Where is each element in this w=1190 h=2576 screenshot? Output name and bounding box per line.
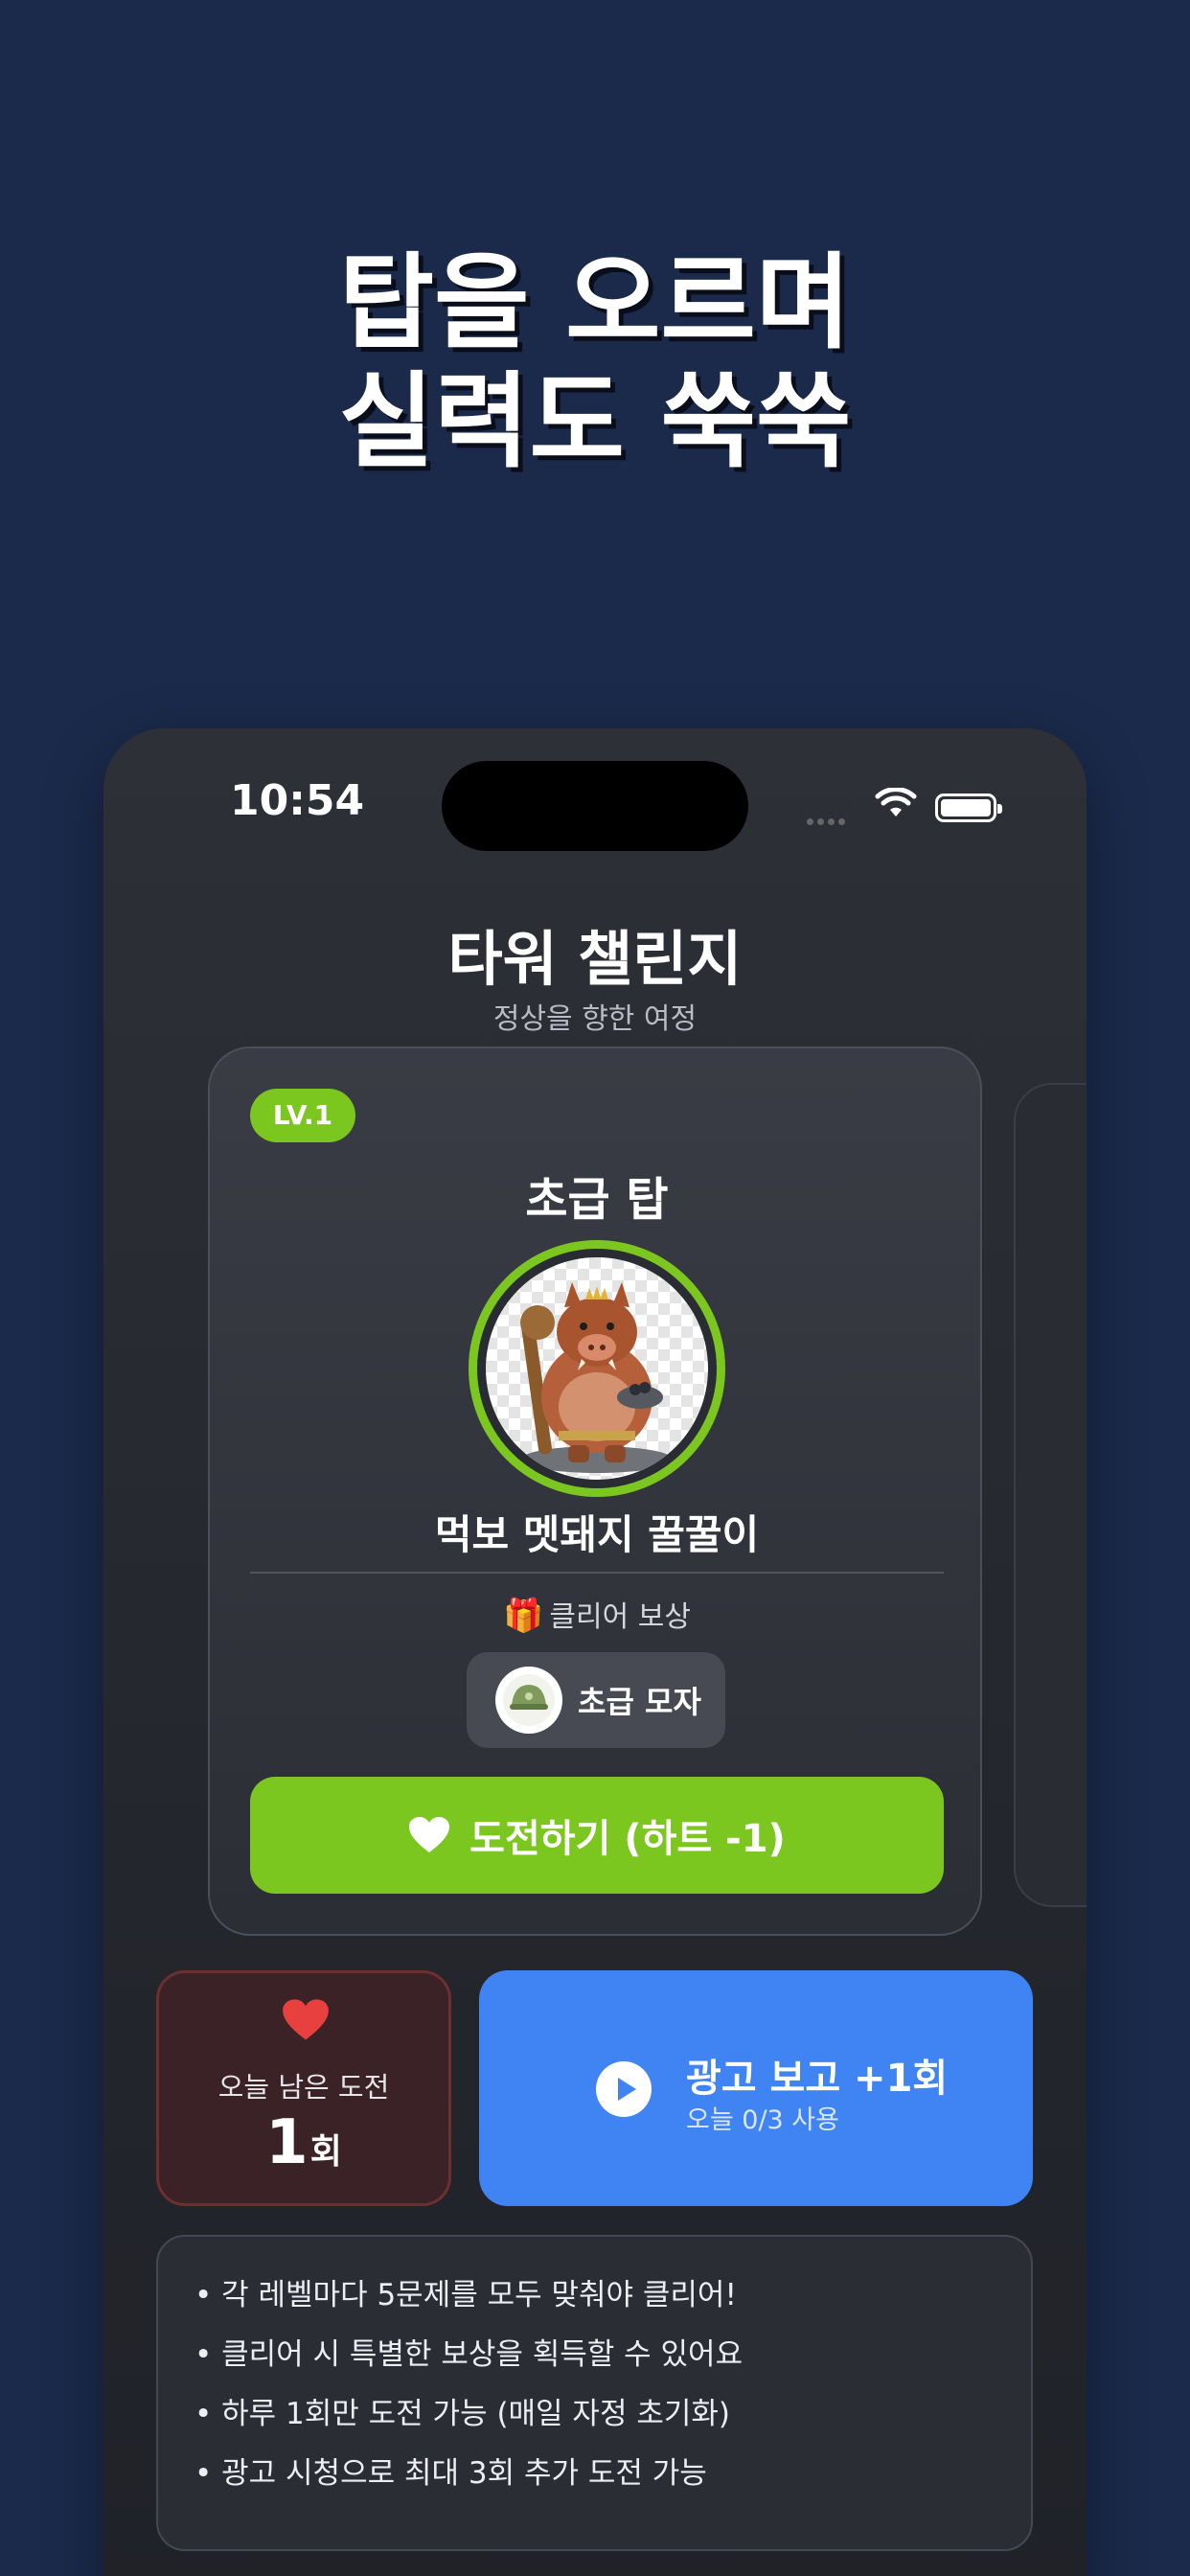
remaining-count: 1회 [159, 2107, 448, 2178]
dynamic-island [442, 761, 748, 851]
status-time: 10:54 [230, 776, 365, 825]
beginner-hat-icon [495, 1667, 562, 1734]
page-subtitle: 정상을 향한 여정 [492, 1002, 698, 1036]
page-title: 타워 챌린지 [447, 924, 743, 994]
promo-headline: 탑을 오르며 실력도 쑥쑥 [0, 244, 1190, 482]
next-tower-card[interactable] [1014, 1083, 1087, 1907]
watch-ad-button[interactable]: 광고 보고 +1회 오늘 0/3 사용 [479, 1970, 1033, 2206]
tower-name: 초급 탑 [525, 1173, 669, 1227]
divider [250, 1572, 944, 1574]
remaining-unit: 회 [309, 2132, 342, 2172]
play-icon [596, 2061, 652, 2117]
battery-icon [935, 794, 1002, 822]
boar-monster-icon [520, 1282, 674, 1473]
reward-label: 🎁 클리어 보상 [503, 1597, 691, 1635]
challenge-button-label: 도전하기 (하트 -1) [469, 1817, 786, 1861]
reward-item-chip[interactable]: 초급 모자 [467, 1652, 725, 1748]
ad-button-title: 광고 보고 +1회 [686, 2057, 949, 2101]
level-badge: LV.1 [250, 1089, 355, 1142]
gift-icon: 🎁 [503, 1597, 544, 1635]
heart-icon [283, 1999, 329, 2040]
rule-item: • 각 레벨마다 5문제를 모두 맞춰야 클리어! [195, 2278, 737, 2312]
rules-box: • 각 레벨마다 5문제를 모두 맞춰야 클리어! • 클리어 시 특별한 보상… [156, 2235, 1033, 2551]
rule-item: • 클리어 시 특별한 보상을 획득할 수 있어요 [195, 2337, 744, 2372]
remaining-attempts-box: 오늘 남은 도전 1회 [156, 1970, 451, 2206]
headline-line-2: 실력도 쑥쑥 [338, 362, 852, 482]
heart-icon [409, 1817, 450, 1852]
headline-line-1: 탑을 오르며 [338, 243, 852, 363]
reward-item-name: 초급 모자 [578, 1684, 701, 1720]
monster-avatar [469, 1240, 725, 1497]
rule-item: • 광고 시청으로 최대 3회 추가 도전 가능 [195, 2456, 707, 2491]
ad-usage-text: 오늘 0/3 사용 [686, 2105, 839, 2135]
wifi-icon [875, 788, 917, 816]
monster-name: 먹보 멧돼지 꿀꿀이 [434, 1511, 760, 1558]
tower-card: LV.1 초급 탑 먹보 멧돼지 꿀꿀이 🎁 클리어 보상 초급 모자 도전하기… [208, 1046, 982, 1936]
signal-icon [807, 811, 849, 829]
phone-screen: 10:54 타워 챌린지 정상을 향한 여정 LV.1 초급 탑 먹보 멧돼지 … [103, 728, 1087, 2576]
challenge-button[interactable]: 도전하기 (하트 -1) [250, 1777, 944, 1894]
remaining-number: 1 [265, 2107, 309, 2178]
rule-item: • 하루 1회만 도전 가능 (매일 자정 초기화) [195, 2397, 730, 2431]
remaining-label: 오늘 남은 도전 [217, 2071, 390, 2104]
